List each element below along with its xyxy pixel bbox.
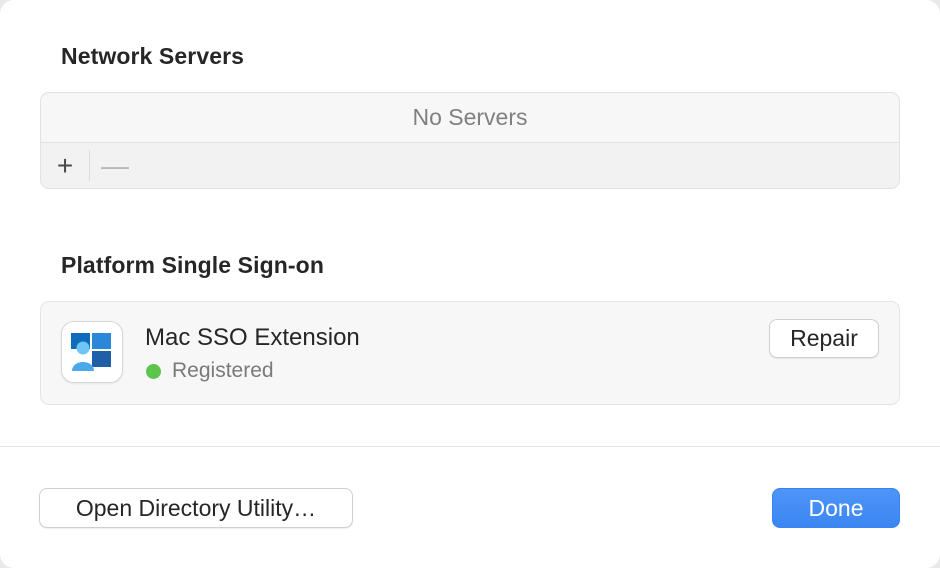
network-servers-list: No Servers + — [40,92,900,189]
servers-list-toolbar: + — [41,142,899,188]
remove-server-button[interactable]: — [91,143,139,188]
sso-extension-row: Mac SSO Extension Registered Repair [40,301,900,405]
status-indicator-dot [146,364,161,379]
sso-status-label: Registered [172,359,274,382]
footer-divider [0,446,940,447]
no-servers-placeholder: No Servers [412,104,528,130]
sso-extension-name: Mac SSO Extension [145,324,360,351]
add-server-button[interactable]: + [41,143,89,188]
toolbar-divider [89,150,90,181]
network-servers-title: Network Servers [61,43,245,69]
open-directory-utility-button[interactable]: Open Directory Utility… [39,488,353,528]
company-portal-glyph [71,333,111,371]
company-portal-icon [61,321,123,383]
dialog-sheet: Network Servers No Servers + — Platform … [0,0,940,568]
repair-button[interactable]: Repair [769,319,879,358]
platform-sso-title: Platform Single Sign-on [61,252,324,278]
done-button[interactable]: Done [772,488,900,528]
